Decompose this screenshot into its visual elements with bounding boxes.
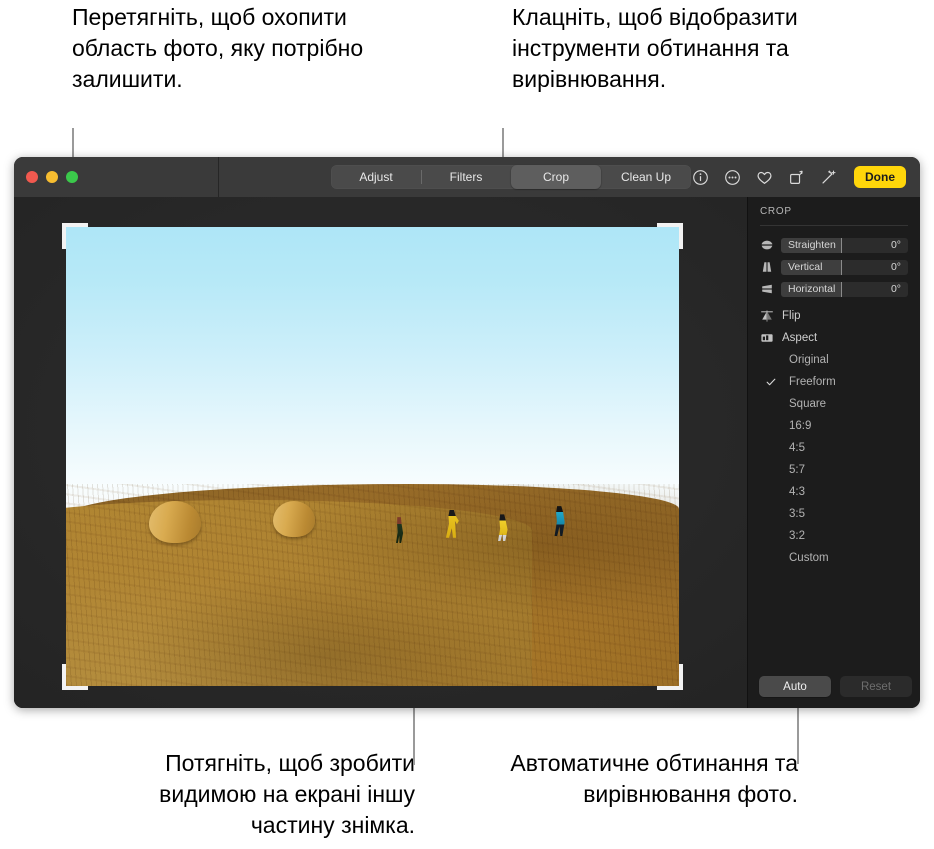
photo-hay-bale bbox=[148, 501, 201, 544]
close-window-button[interactable] bbox=[26, 171, 38, 183]
tab-crop[interactable]: Crop bbox=[511, 165, 601, 189]
aspect-option-16-9[interactable]: 16:9 bbox=[760, 418, 908, 433]
horizontal-slider-knob[interactable] bbox=[840, 281, 842, 297]
aspect-option-custom[interactable]: Custom bbox=[760, 550, 908, 565]
info-icon[interactable] bbox=[692, 169, 709, 186]
photo-running-child bbox=[496, 514, 508, 542]
callout-bottom-right: Автоматичне обтинання та вирівнювання фо… bbox=[510, 750, 798, 807]
straighten-label: Straighten bbox=[788, 239, 836, 251]
aspect-option-original[interactable]: Original bbox=[760, 352, 908, 367]
photo-running-child bbox=[395, 517, 404, 544]
toolbar-icon-group[interactable]: Done bbox=[692, 164, 906, 190]
aspect-option-5-7[interactable]: 5:7 bbox=[760, 462, 908, 477]
traffic-light-buttons[interactable] bbox=[26, 171, 78, 183]
zoom-window-button[interactable] bbox=[66, 171, 78, 183]
horizontal-slider-track[interactable]: Horizontal 0° bbox=[781, 281, 908, 297]
aspect-control[interactable]: Aspect bbox=[760, 330, 908, 346]
checkmark-icon bbox=[766, 378, 776, 385]
callout-bottom-left: Потягніть, щоб зробити видимою на екрані… bbox=[159, 750, 415, 838]
horizontal-perspective-icon bbox=[761, 284, 773, 294]
aspect-label: Aspect bbox=[782, 332, 818, 344]
crop-panel: CROP Straighten 0° Vertical 0° Horizonta… bbox=[747, 197, 920, 708]
aspect-option-label: 16:9 bbox=[789, 419, 812, 432]
aspect-option-label: 4:3 bbox=[789, 485, 805, 498]
tab-clean-up[interactable]: Clean Up bbox=[601, 165, 691, 189]
aspect-option-label: 3:5 bbox=[789, 507, 805, 520]
straighten-icon bbox=[761, 240, 773, 250]
callout-top-right: Клацніть, щоб відобразити інструменти об… bbox=[512, 4, 798, 92]
straighten-value: 0° bbox=[890, 239, 901, 251]
titlebar-divider bbox=[218, 157, 219, 197]
auto-enhance-wand-icon[interactable] bbox=[820, 169, 837, 186]
vertical-value: 0° bbox=[890, 261, 901, 273]
slider-straighten[interactable]: Straighten 0° bbox=[760, 237, 908, 253]
tab-filters[interactable]: Filters bbox=[421, 165, 511, 189]
straighten-slider-track[interactable]: Straighten 0° bbox=[781, 237, 908, 253]
panel-title: CROP bbox=[760, 206, 792, 217]
aspect-option-label: Freeform bbox=[789, 375, 836, 388]
panel-divider bbox=[760, 225, 908, 226]
auto-button[interactable]: Auto bbox=[759, 676, 831, 697]
aspect-option-label: Square bbox=[789, 397, 827, 410]
flip-icon bbox=[761, 310, 773, 322]
aspect-icon bbox=[761, 334, 773, 342]
callout-top-left: Перетягніть, щоб охопити область фото, я… bbox=[72, 4, 364, 92]
vertical-label: Vertical bbox=[788, 261, 823, 273]
window-titlebar: Adjust Filters Crop Clean Up Done bbox=[14, 157, 920, 198]
done-button[interactable]: Done bbox=[854, 166, 906, 188]
aspect-option-3-5[interactable]: 3:5 bbox=[760, 506, 908, 521]
horizontal-value: 0° bbox=[890, 283, 901, 295]
vertical-perspective-icon bbox=[762, 261, 772, 273]
flip-control[interactable]: Flip bbox=[760, 308, 908, 324]
aspect-option-label: 5:7 bbox=[789, 463, 805, 476]
reset-button[interactable]: Reset bbox=[840, 676, 912, 697]
aspect-option-label: 3:2 bbox=[789, 529, 805, 542]
aspect-option-label: Custom bbox=[789, 551, 829, 564]
favorite-heart-icon[interactable] bbox=[756, 169, 773, 186]
aspect-option-label: 4:5 bbox=[789, 441, 805, 454]
photos-editor-window: Adjust Filters Crop Clean Up Done CROP S… bbox=[14, 157, 920, 708]
more-options-icon[interactable] bbox=[724, 169, 741, 186]
straighten-slider-knob[interactable] bbox=[840, 237, 842, 253]
edit-mode-tabs[interactable]: Adjust Filters Crop Clean Up bbox=[331, 165, 691, 189]
aspect-option-freeform[interactable]: Freeform bbox=[760, 374, 908, 389]
slider-vertical[interactable]: Vertical 0° bbox=[760, 259, 908, 275]
aspect-option-square[interactable]: Square bbox=[760, 396, 908, 411]
tab-adjust[interactable]: Adjust bbox=[331, 165, 421, 189]
aspect-option-4-3[interactable]: 4:3 bbox=[760, 484, 908, 499]
photo-image[interactable] bbox=[66, 227, 679, 686]
horizontal-label: Horizontal bbox=[788, 283, 836, 295]
aspect-option-label: Original bbox=[789, 353, 829, 366]
photo-canvas[interactable] bbox=[14, 197, 748, 708]
aspect-option-4-5[interactable]: 4:5 bbox=[760, 440, 908, 455]
photo-hay-bale bbox=[273, 500, 316, 537]
photo-content bbox=[66, 227, 679, 686]
slider-horizontal[interactable]: Horizontal 0° bbox=[760, 281, 908, 297]
photo-running-child bbox=[553, 506, 566, 537]
minimize-window-button[interactable] bbox=[46, 171, 58, 183]
vertical-slider-knob[interactable] bbox=[840, 259, 842, 275]
rotate-icon[interactable] bbox=[788, 169, 805, 186]
photo-running-child bbox=[445, 509, 459, 538]
flip-label: Flip bbox=[782, 310, 801, 322]
vertical-slider-track[interactable]: Vertical 0° bbox=[781, 259, 908, 275]
callout-leader-bottom-right bbox=[797, 706, 799, 764]
aspect-option-3-2[interactable]: 3:2 bbox=[760, 528, 908, 543]
